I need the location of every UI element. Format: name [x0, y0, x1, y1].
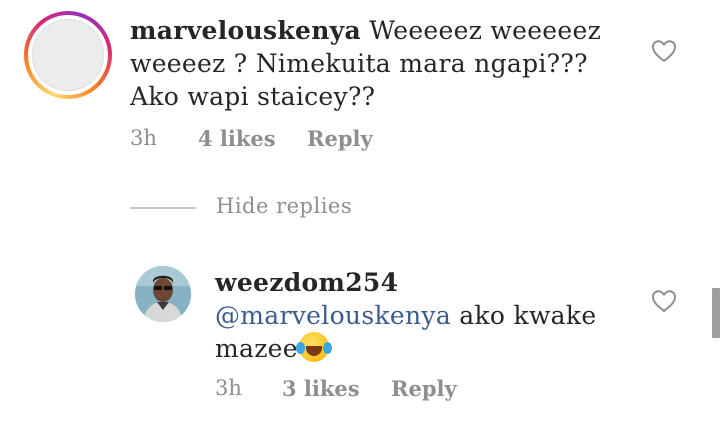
comment-like-count[interactable]: 4 likes: [198, 126, 276, 151]
reply-like-count[interactable]: 3 likes: [282, 376, 360, 401]
heart-outline-icon[interactable]: [651, 39, 677, 63]
reply-avatar[interactable]: [135, 266, 191, 322]
commenter-avatar-story-ring[interactable]: [24, 11, 112, 99]
comment-body: marvelouskenya Weeeeez weeeeez weeeez ? …: [130, 14, 630, 113]
comment-reply-button[interactable]: Reply: [307, 126, 373, 151]
reply-body: weezdom254 @marvelouskenya ako kwake maz…: [215, 266, 635, 365]
reply-username[interactable]: weezdom254: [215, 268, 398, 297]
profile-photo: [135, 266, 191, 322]
commenter-avatar: [32, 19, 104, 91]
comment-username[interactable]: marvelouskenya: [130, 16, 361, 45]
scrollbar-thumb[interactable]: [712, 288, 720, 338]
replies-divider: [130, 207, 196, 209]
reply-timestamp: 3h: [215, 376, 242, 400]
comment-timestamp: 3h: [130, 126, 157, 150]
reply-mention-link[interactable]: @marvelouskenya: [215, 301, 451, 330]
hide-replies-button[interactable]: Hide replies: [216, 194, 352, 218]
reply-reply-button[interactable]: Reply: [391, 376, 457, 401]
heart-outline-icon[interactable]: [651, 289, 677, 313]
tears-of-joy-emoji-icon: [295, 332, 332, 362]
